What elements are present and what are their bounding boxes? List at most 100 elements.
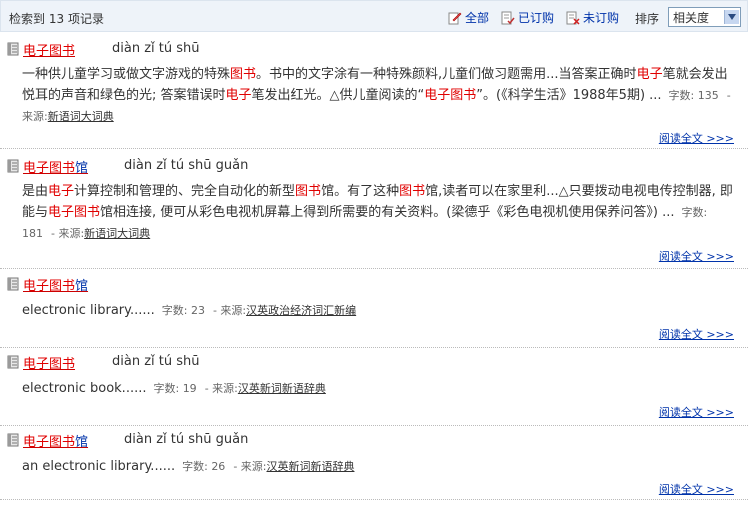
snippet-highlight: 图书 <box>230 67 257 82</box>
snippet-text: 馆相连接, 便可从彩色电视机屏幕上得到所需要的有关资料。(梁德乎《彩色电视机使用… <box>100 205 675 220</box>
snippet-highlight: 电子图书 <box>424 88 477 103</box>
entry-title-part: 电子图书 <box>23 278 76 294</box>
entry-title-row: 电子图书 <box>6 353 75 372</box>
snippet-text: 一种供儿童学习或做文字游戏的特殊 <box>22 67 231 82</box>
source-link[interactable]: 新语词大词典 <box>48 110 114 123</box>
snippet-highlight: 图书 <box>399 184 426 199</box>
source-link[interactable]: 汉英新词新语辞典 <box>238 382 326 395</box>
result-entry: 电子图书 diàn zǐ tú shū 一种供儿童学习或做文字游戏的特殊图书。书中的… <box>0 40 748 149</box>
filter-group: 全部 已订购 未订购 <box>448 9 631 26</box>
snippet-highlight: 图书 <box>295 184 322 199</box>
result-entry: 电子图书 diàn zǐ tú shū electronic book...... … <box>0 353 748 426</box>
entry-title-part: 电子图书 <box>23 434 76 450</box>
snippet-text: electronic library...... <box>22 303 155 318</box>
unsubscribed-icon <box>566 11 580 25</box>
result-entry: 电子图书馆 diàn zǐ tú shū guǎn 是由电子计算控制和管理的、完全自… <box>0 157 748 269</box>
entry-meta: 字数: 26 - 来源:汉英新词新语辞典 <box>175 460 354 473</box>
source-link[interactable]: 汉英新词新语辞典 <box>266 460 354 473</box>
read-more-link[interactable]: 阅读全文 >>> <box>659 404 734 420</box>
entry-title-part: 电子图书 <box>23 356 76 372</box>
snippet-text: 笔发出红光。△供儿童阅读的“ <box>251 88 425 103</box>
snippet-text: 。书中的文字涂有一种特殊颜料,儿童们做习题需用...当答案正确时 <box>256 67 637 82</box>
entry-title-link[interactable]: 电子图书 <box>23 40 75 59</box>
entry-title-row: 电子图书馆 <box>6 431 88 450</box>
word-count-label: 字数: <box>661 89 695 102</box>
filter-all[interactable]: 全部 <box>448 9 489 26</box>
book-icon <box>6 277 20 291</box>
result-entry: 电子图书馆 electronic library...... 字数: 23 - 来源… <box>0 275 748 348</box>
sort-label: 排序 <box>635 12 660 26</box>
read-more-link[interactable]: 阅读全文 >>> <box>659 130 734 146</box>
subscribed-icon <box>501 11 515 24</box>
entry-title-part: 电子图书 <box>23 43 76 59</box>
snippet-highlight: 电子 <box>636 67 663 82</box>
entry-snippet: an electronic library...... 字数: 26 - 来源:汉… <box>22 456 734 477</box>
word-count-label: 字数: <box>175 460 208 473</box>
entry-title-part: 馆 <box>75 160 89 176</box>
entry-title-part: 馆 <box>75 434 89 450</box>
read-more-link[interactable]: 阅读全文 >>> <box>659 481 734 497</box>
snippet-highlight: 电子 <box>48 184 75 199</box>
filter-all-label: 全部 <box>465 11 490 25</box>
read-more-link[interactable]: 阅读全文 >>> <box>659 248 734 264</box>
entry-snippet: electronic book...... 字数: 19 - 来源:汉英新词新语辞… <box>22 378 734 399</box>
snippet-text: 馆。有了这种 <box>321 184 400 199</box>
entry-meta: 字数: 19 - 来源:汉英新词新语辞典 <box>146 382 325 395</box>
word-count: 181 <box>22 227 43 240</box>
word-count: 26 <box>211 460 226 473</box>
word-count-label: 字数: <box>146 382 180 395</box>
filter-unsubscribed-label: 未订购 <box>583 11 620 25</box>
book-icon <box>6 159 20 173</box>
chevron-down-icon <box>724 10 739 24</box>
entry-pinyin: diàn zǐ tú shū guǎn <box>124 158 249 173</box>
entry-title-link[interactable]: 电子图书馆 <box>23 431 88 450</box>
entry-title-link[interactable]: 电子图书 <box>23 353 75 372</box>
book-icon <box>6 42 20 56</box>
snippet-highlight: 电子 <box>225 88 252 103</box>
snippet-text: 计算控制和管理的、完全自动化的新型 <box>74 184 296 199</box>
source-label: - 来源: <box>212 304 247 317</box>
entry-title-part: 馆 <box>75 278 89 294</box>
source-link[interactable]: 汉英政治经济词汇新编 <box>246 304 356 317</box>
source-link[interactable]: 新语词大词典 <box>84 227 150 240</box>
result-count: 检索到 13 项记录 <box>9 10 104 27</box>
count-prefix: 检索到 <box>9 12 46 26</box>
source-label: - 来源: <box>51 227 85 240</box>
entry-title-link[interactable]: 电子图书馆 <box>23 157 88 176</box>
filter-subscribed-label: 已订购 <box>518 11 555 25</box>
entry-meta: 字数: 23 - 来源:汉英政治经济词汇新编 <box>155 304 356 317</box>
sort-select[interactable]: 相关度 <box>668 7 741 27</box>
entry-pinyin: diàn zǐ tú shū guǎn <box>124 432 249 447</box>
snippet-highlight: 电子图书 <box>48 205 101 220</box>
read-more-link[interactable]: 阅读全文 >>> <box>659 326 734 342</box>
sort-selected-value: 相关度 <box>673 10 710 25</box>
results-toolbar: 检索到 13 项记录 全部 已订购 未订购 排序 相关度 <box>0 0 748 32</box>
word-count: 19 <box>182 382 197 395</box>
book-icon <box>6 355 20 369</box>
filter-unsubscribed[interactable]: 未订购 <box>566 9 619 26</box>
entry-pinyin: diàn zǐ tú shū <box>112 41 200 56</box>
entry-snippet: 一种供儿童学习或做文字游戏的特殊图书。书中的文字涂有一种特殊颜料,儿童们做习题需… <box>22 64 734 127</box>
snippet-text: ”。(《科学生活》1988年5期) ... <box>476 88 662 103</box>
count-value: 13 <box>48 12 65 26</box>
snippet-text: electronic book...... <box>22 381 147 396</box>
entry-pinyin: diàn zǐ tú shū <box>112 354 200 369</box>
entry-snippet: electronic library...... 字数: 23 - 来源:汉英政治… <box>22 300 734 321</box>
edit-icon <box>448 12 462 24</box>
word-count: 135 <box>697 89 719 102</box>
book-icon <box>6 433 20 447</box>
word-count: 23 <box>190 304 205 317</box>
result-entry: 电子图书馆 diàn zǐ tú shū guǎn an electronic li… <box>0 431 748 500</box>
entry-title-row: 电子图书馆 <box>6 157 88 176</box>
filter-subscribed[interactable]: 已订购 <box>501 9 554 26</box>
source-label: - 来源: <box>233 460 267 473</box>
word-count-label: 字数: <box>154 304 188 317</box>
entry-title-part: 电子图书 <box>23 160 76 176</box>
entry-title-link[interactable]: 电子图书馆 <box>23 275 88 294</box>
count-suffix: 项记录 <box>67 12 104 26</box>
entry-snippet: 是由电子计算控制和管理的、完全自动化的新型图书馆。有了这种图书馆,读者可以在家里… <box>22 181 734 244</box>
snippet-text: 是由 <box>22 184 49 199</box>
entry-title-row: 电子图书 <box>6 40 75 59</box>
source-label: - 来源: <box>204 382 238 395</box>
snippet-text: an electronic library...... <box>22 459 176 474</box>
